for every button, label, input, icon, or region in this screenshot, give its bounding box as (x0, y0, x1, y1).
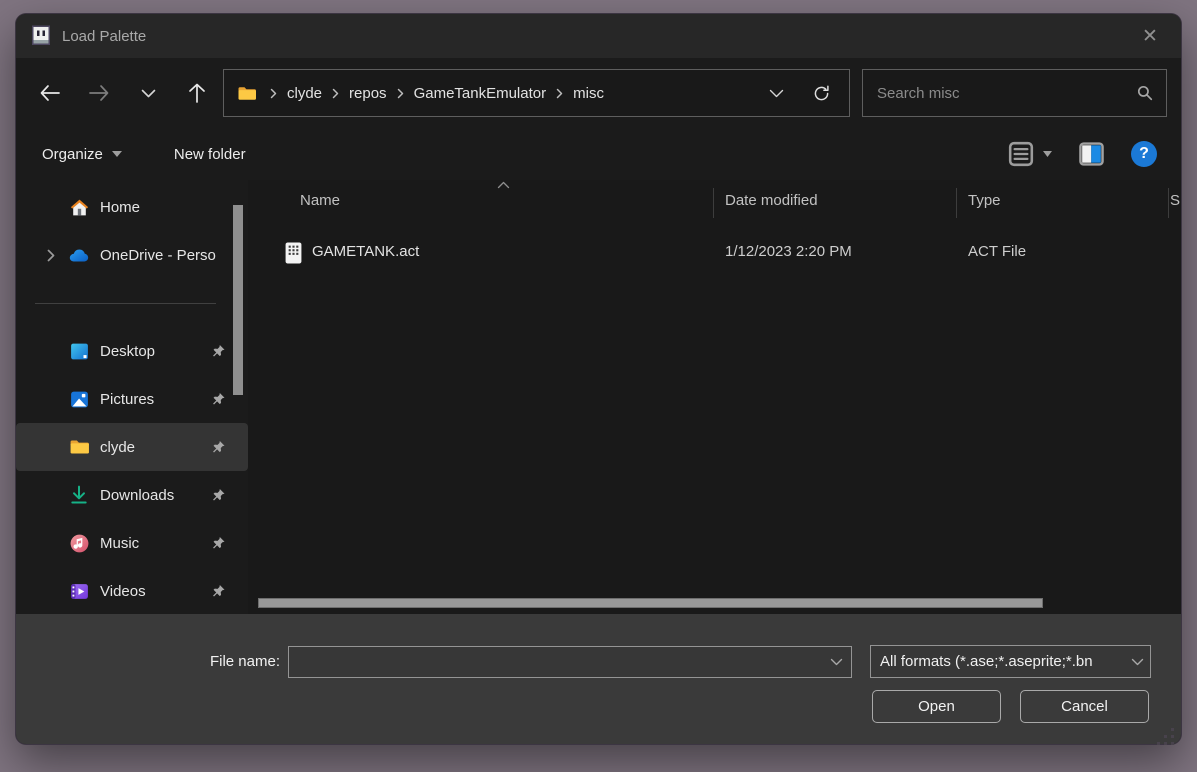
address-dropdown-chevron-icon[interactable] (751, 89, 802, 98)
file-type-filter-select[interactable]: All formats (*.ase;*.aseprite;*.bn (870, 645, 1151, 678)
sidebar-item-videos[interactable]: Videos (16, 567, 248, 615)
details-view-icon (1007, 140, 1035, 168)
expand-chevron-icon[interactable] (40, 249, 62, 262)
breadcrumb-separator-icon (389, 88, 412, 99)
sidebar-item-label: clyde (100, 439, 135, 456)
column-header-type[interactable]: Type (968, 192, 1001, 209)
navigation-sidebar: Home OneDrive - Perso (16, 180, 248, 614)
file-name-combo[interactable] (288, 646, 852, 678)
file-name-input[interactable] (297, 654, 830, 671)
onedrive-cloud-icon (68, 244, 90, 266)
filter-dropdown-chevron-icon (1131, 658, 1144, 666)
back-button[interactable] (30, 73, 70, 113)
horizontal-scrollbar[interactable] (248, 598, 1181, 608)
file-type-filter-value: All formats (*.ase;*.aseprite;*.bn (880, 653, 1131, 670)
refresh-icon[interactable] (802, 84, 837, 103)
music-icon (68, 532, 90, 554)
open-button[interactable]: Open (872, 690, 1001, 723)
load-palette-dialog: Load Palette ✕ clyde repos (16, 14, 1181, 744)
address-bar[interactable]: clyde repos GameTankEmulator misc (223, 69, 850, 117)
pin-icon (211, 392, 226, 407)
new-folder-button[interactable]: New folder (174, 146, 246, 163)
preview-pane-button[interactable] (1078, 141, 1105, 167)
desktop-icon (68, 340, 90, 362)
folder-icon (68, 436, 90, 458)
videos-icon (68, 580, 90, 602)
breadcrumb-separator-icon (548, 88, 571, 99)
breadcrumb-item[interactable]: clyde (285, 85, 324, 102)
breadcrumb-separator-icon (324, 88, 347, 99)
file-name: GAMETANK.act (312, 243, 419, 260)
column-header-size[interactable]: Size (1170, 192, 1181, 209)
search-box[interactable] (862, 69, 1167, 117)
sidebar-item-music[interactable]: Music (16, 519, 248, 567)
help-button[interactable]: ? (1131, 141, 1157, 167)
dialog-footer: File name: All formats (*.ase;*.aseprite… (16, 614, 1181, 744)
sidebar-separator (16, 279, 248, 327)
aseprite-app-icon (30, 25, 52, 47)
recent-locations-chevron-icon[interactable] (128, 73, 168, 113)
change-view-button[interactable] (1007, 140, 1052, 168)
breadcrumb-item[interactable]: GameTankEmulator (412, 85, 549, 102)
file-type: ACT File (968, 243, 1026, 260)
file-name-label: File name: (186, 653, 280, 670)
sidebar-scrollbar[interactable] (233, 205, 243, 395)
command-toolbar: Organize New folder ? (16, 128, 1181, 180)
pin-icon (211, 536, 226, 551)
organize-button[interactable]: Organize (42, 146, 122, 163)
file-list: Name Date modified Type Size (248, 180, 1181, 614)
sidebar-item-label: OneDrive - Perso (100, 247, 216, 264)
close-icon[interactable]: ✕ (1133, 19, 1167, 53)
sidebar-item-label: Desktop (100, 343, 155, 360)
act-file-icon (284, 241, 303, 265)
file-name-dropdown-chevron-icon[interactable] (830, 658, 843, 666)
sidebar-item-home[interactable]: Home (16, 183, 248, 231)
breadcrumb-item[interactable]: misc (571, 85, 606, 102)
main-area: Home OneDrive - Perso (16, 180, 1181, 614)
pictures-icon (68, 388, 90, 410)
breadcrumb-item[interactable]: repos (347, 85, 389, 102)
new-folder-label: New folder (174, 146, 246, 163)
column-divider[interactable] (956, 188, 957, 218)
column-divider[interactable] (1168, 188, 1169, 218)
column-header-name[interactable]: Name (300, 192, 340, 209)
pin-icon (211, 440, 226, 455)
view-caret-icon (1043, 151, 1052, 157)
column-headers: Name Date modified Type Size (248, 180, 1181, 226)
organize-caret-icon (112, 151, 122, 157)
cancel-button[interactable]: Cancel (1020, 690, 1149, 723)
pin-icon (211, 488, 226, 503)
address-folder-icon (236, 82, 258, 104)
organize-label: Organize (42, 146, 103, 163)
search-icon[interactable] (1136, 84, 1154, 102)
sidebar-item-label: Music (100, 535, 139, 552)
sidebar-item-label: Videos (100, 583, 146, 600)
sidebar-item-onedrive[interactable]: OneDrive - Perso (16, 231, 248, 279)
pin-icon (211, 344, 226, 359)
sort-ascending-icon (497, 181, 510, 189)
pin-icon (211, 584, 226, 599)
sidebar-item-label: Home (100, 199, 140, 216)
navigation-bar: clyde repos GameTankEmulator misc (16, 58, 1181, 128)
sidebar-item-downloads[interactable]: Downloads (16, 471, 248, 519)
horizontal-scrollbar-thumb[interactable] (258, 598, 1043, 608)
resize-grip[interactable] (1157, 728, 1174, 745)
sidebar-item-clyde[interactable]: clyde (16, 423, 248, 471)
sidebar-item-label: Downloads (100, 487, 174, 504)
search-input[interactable] (877, 85, 1136, 102)
column-divider[interactable] (713, 188, 714, 218)
sidebar-item-label: Pictures (100, 391, 154, 408)
file-date-modified: 1/12/2023 2:20 PM (725, 243, 852, 260)
sidebar-item-pictures[interactable]: Pictures (16, 375, 248, 423)
column-header-date-modified[interactable]: Date modified (725, 192, 818, 209)
file-row[interactable]: GAMETANK.act 1/12/2023 2:20 PM ACT File (248, 233, 1181, 273)
breadcrumb-separator-icon (262, 88, 285, 99)
up-button[interactable] (177, 73, 217, 113)
title-bar: Load Palette ✕ (16, 14, 1181, 58)
sidebar-item-desktop[interactable]: Desktop (16, 327, 248, 375)
home-icon (68, 196, 90, 218)
forward-button[interactable] (79, 73, 119, 113)
window-title: Load Palette (62, 28, 146, 45)
downloads-icon (68, 484, 90, 506)
